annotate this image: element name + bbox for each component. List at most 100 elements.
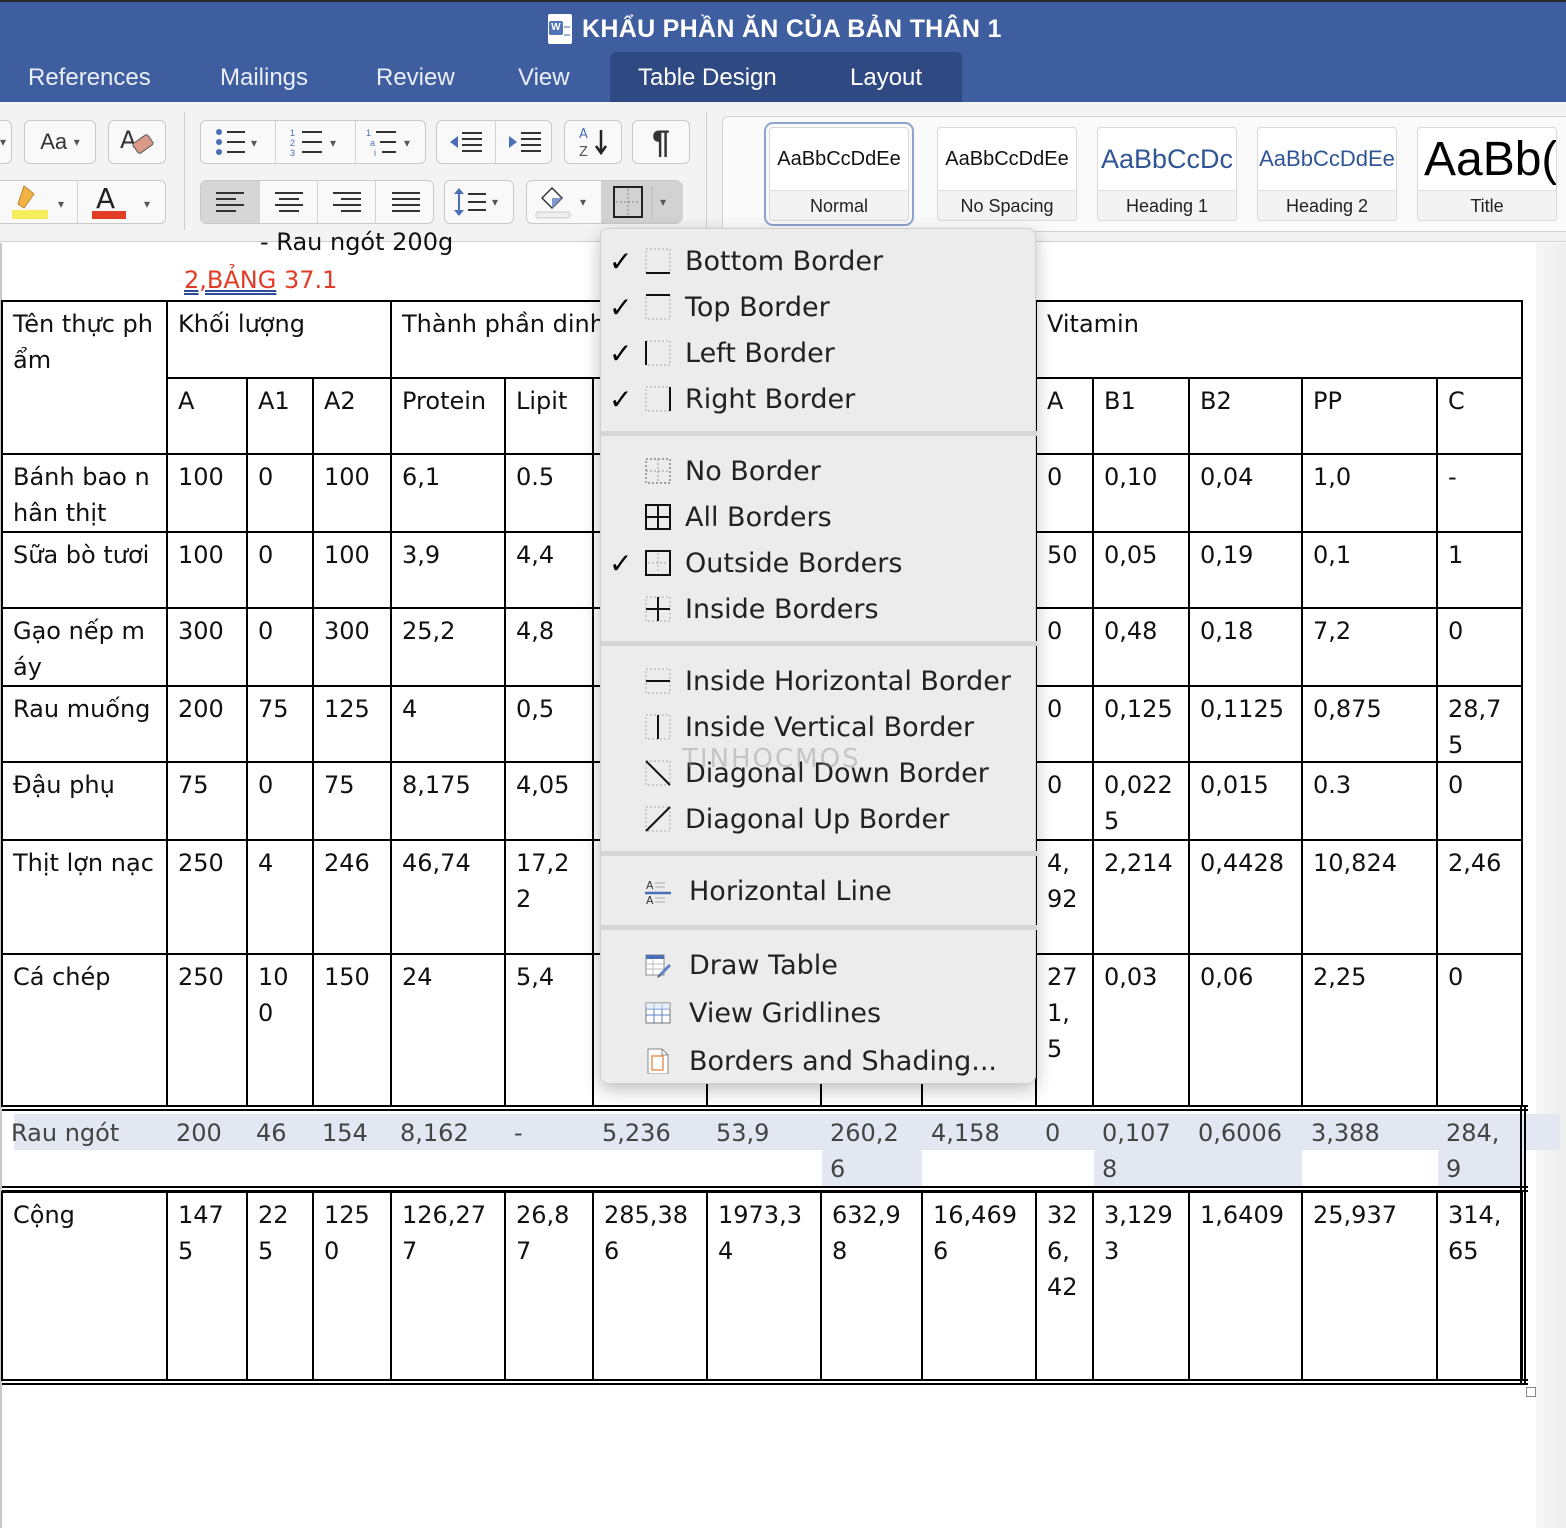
table-cell[interactable]: 0,1125 <box>1188 685 1303 763</box>
table-cell[interactable]: 300 <box>166 607 248 687</box>
menu-item-borders-and-shading[interactable]: Borders and Shading... <box>601 1039 1037 1083</box>
table-cell[interactable]: 0,19 <box>1188 531 1303 609</box>
total-row-cell[interactable]: 326,42 <box>1035 1191 1094 1381</box>
decrease-indent-button[interactable] <box>437 121 495 163</box>
subheader-cell[interactable]: A2 <box>312 377 392 455</box>
selected-row-cell[interactable]: 0,1078 <box>1092 1111 1190 1189</box>
total-row-cell[interactable]: 314,65 <box>1436 1191 1523 1381</box>
table-cell[interactable]: 2,25 <box>1301 953 1438 1107</box>
table-cell[interactable]: 4 <box>390 685 506 763</box>
align-right-button[interactable] <box>317 181 375 223</box>
table-cell[interactable]: 0 <box>1035 761 1094 841</box>
subheader-cell[interactable]: PP <box>1301 377 1438 455</box>
table-cell[interactable]: 0 <box>1035 453 1094 533</box>
table-cell[interactable]: 0,015 <box>1188 761 1303 841</box>
table-cell[interactable]: - <box>1436 453 1523 533</box>
table-cell[interactable]: 0,125 <box>1092 685 1190 763</box>
menu-item-top-border[interactable]: ✓ Top Border <box>601 285 1037 329</box>
table-cell[interactable]: 0,1 <box>1301 531 1438 609</box>
table-cell[interactable]: 10,824 <box>1301 839 1438 955</box>
table-cell[interactable]: 250 <box>166 953 248 1107</box>
table-cell[interactable]: 0,03 <box>1092 953 1190 1107</box>
style-title[interactable]: AaBb( Title <box>1417 127 1557 221</box>
table-resize-handle[interactable] <box>1526 1387 1536 1397</box>
menu-item-all-borders[interactable]: All Borders <box>601 495 1037 539</box>
row-name-cell[interactable]: Sữa bò tươi <box>1 531 168 609</box>
table-cell[interactable]: 0,05 <box>1092 531 1190 609</box>
menu-item-left-border[interactable]: ✓ Left Border <box>601 331 1037 375</box>
line-spacing-button[interactable]: ▾ <box>444 180 514 224</box>
table-cell[interactable]: 125 <box>312 685 392 763</box>
table-cell[interactable]: 0.5 <box>504 453 594 533</box>
table-cell[interactable]: 0,06 <box>1188 953 1303 1107</box>
subheader-cell[interactable]: Protein <box>390 377 506 455</box>
total-row-cell[interactable]: 1475 <box>166 1191 248 1381</box>
total-row-cell[interactable]: 1,6409 <box>1188 1191 1303 1381</box>
menu-item-outside-borders[interactable]: ✓ Outside Borders <box>601 541 1037 585</box>
table-cell[interactable]: 271,5 <box>1035 953 1094 1107</box>
row-name-cell[interactable]: Rau muống <box>1 685 168 763</box>
selected-row-cell[interactable]: 284,9 <box>1436 1111 1523 1189</box>
total-row-cell[interactable]: 126,277 <box>390 1191 506 1381</box>
header-cell-vitamin[interactable]: Vitamin <box>1035 300 1523 379</box>
table-cell[interactable]: 28,75 <box>1436 685 1523 763</box>
table-cell[interactable]: 24 <box>390 953 506 1107</box>
row-name-cell[interactable]: Thịt lợn nạc <box>1 839 168 955</box>
table-cell[interactable]: 4,8 <box>504 607 594 687</box>
total-row-cell[interactable]: 1973,34 <box>706 1191 822 1381</box>
row-name-cell[interactable]: Bánh bao nhân thịt <box>1 453 168 533</box>
table-cell[interactable]: 75 <box>312 761 392 841</box>
table-cell[interactable]: 100 <box>246 953 314 1107</box>
menu-item-no-border[interactable]: No Border <box>601 449 1037 493</box>
subheader-cell[interactable]: A <box>166 377 248 455</box>
sort-button[interactable]: AZ <box>564 120 622 164</box>
selected-row-cell[interactable]: 200 <box>166 1111 248 1189</box>
total-row-cell[interactable]: 1250 <box>312 1191 392 1381</box>
row-name-cell[interactable]: Cá chép <box>1 953 168 1107</box>
clear-formatting-button[interactable]: A <box>108 120 166 164</box>
total-row-cell[interactable]: 3,1293 <box>1092 1191 1190 1381</box>
borders-button[interactable]: ▾ <box>601 181 683 223</box>
menu-item-view-gridlines[interactable]: View Gridlines <box>601 991 1037 1035</box>
increase-indent-button[interactable] <box>495 121 553 163</box>
tab-mailings[interactable]: Mailings <box>220 60 308 102</box>
table-cell[interactable]: 4,92 <box>1035 839 1094 955</box>
table-cell[interactable]: 100 <box>312 453 392 533</box>
justify-button[interactable] <box>375 181 435 223</box>
header-cell-name[interactable]: Tên thực phẩm <box>1 300 168 455</box>
bullets-button[interactable]: ▾ <box>201 121 275 163</box>
table-cell[interactable]: 250 <box>166 839 248 955</box>
table-cell[interactable]: 0 <box>1436 761 1523 841</box>
table-cell[interactable]: 0,0225 <box>1092 761 1190 841</box>
table-cell[interactable]: 6,1 <box>390 453 506 533</box>
change-case-button[interactable]: Aa ▾ <box>24 120 96 164</box>
selected-row-name-cell[interactable]: Rau ngót <box>1 1111 168 1189</box>
table-cell[interactable]: 0,18 <box>1188 607 1303 687</box>
selected-row-cell[interactable]: - <box>504 1111 594 1189</box>
table-cell[interactable]: 246 <box>312 839 392 955</box>
numbering-button[interactable]: 1 2 3 ▾ <box>275 121 355 163</box>
table-cell[interactable]: 300 <box>312 607 392 687</box>
selected-row-cell[interactable]: 0 <box>1035 1111 1094 1189</box>
table-cell[interactable]: 0,5 <box>504 685 594 763</box>
selected-row-cell[interactable]: 3,388 <box>1301 1111 1438 1189</box>
style-heading-2[interactable]: AaBbCcDdEe Heading 2 <box>1257 127 1397 221</box>
menu-item-bottom-border[interactable]: ✓ Bottom Border <box>601 239 1037 283</box>
table-cell[interactable]: 0 <box>246 531 314 609</box>
table-cell[interactable]: 17,22 <box>504 839 594 955</box>
total-row-name-cell[interactable]: Cộng <box>1 1191 168 1381</box>
total-row-cell[interactable]: 285,386 <box>592 1191 708 1381</box>
table-cell[interactable]: 100 <box>166 531 248 609</box>
menu-item-diagonal-up-border[interactable]: Diagonal Up Border <box>601 797 1037 841</box>
selected-row-cell[interactable]: 4,158 <box>921 1111 1037 1189</box>
header-cell-mass[interactable]: Khối lượng <box>166 300 392 379</box>
tab-layout[interactable]: Layout <box>850 60 922 102</box>
table-cell[interactable]: 2,46 <box>1436 839 1523 955</box>
table-cell[interactable]: 0 <box>1035 685 1094 763</box>
table-cell[interactable]: 5,4 <box>504 953 594 1107</box>
tab-table-design[interactable]: Table Design <box>638 60 777 102</box>
selected-row-cell[interactable]: 154 <box>312 1111 392 1189</box>
menu-item-inside-vertical-border[interactable]: Inside Vertical Border <box>601 705 1037 749</box>
total-row-cell[interactable]: 25,937 <box>1301 1191 1438 1381</box>
table-cell[interactable]: 0,48 <box>1092 607 1190 687</box>
